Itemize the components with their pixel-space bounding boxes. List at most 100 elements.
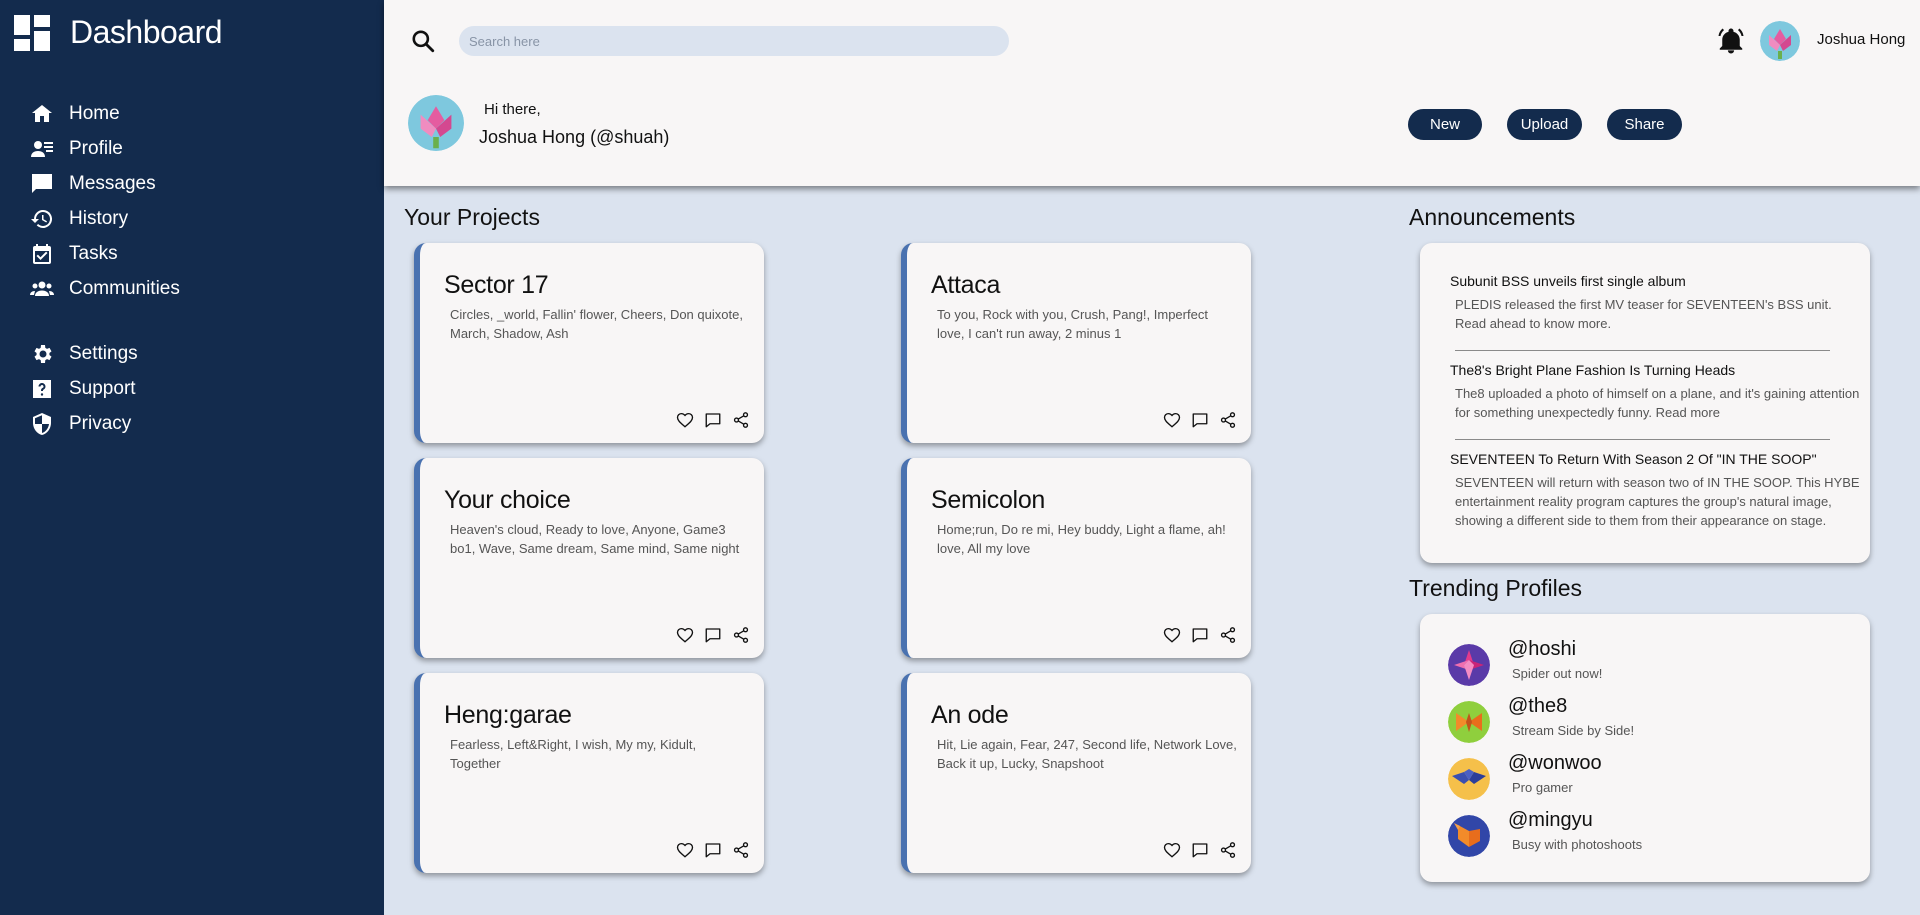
profile-item[interactable]: @mingyu Busy with photoshoots bbox=[1448, 809, 1868, 863]
dashboard-icon bbox=[14, 14, 50, 51]
header: Joshua Hong Hi there, Joshua Hong (@shua… bbox=[384, 0, 1920, 186]
user-avatar[interactable] bbox=[1760, 21, 1800, 61]
sidebar: Dashboard Home Profile Messages History … bbox=[0, 0, 384, 915]
project-card[interactable]: An ode Hit, Lie again, Fear, 247, Second… bbox=[901, 673, 1251, 873]
sidebar-item-history[interactable]: History bbox=[30, 201, 180, 236]
profile-handle: @hoshi bbox=[1508, 638, 1577, 660]
announcement-body: PLEDIS released the first MV teaser for … bbox=[1455, 297, 1832, 331]
comment-icon[interactable] bbox=[704, 411, 722, 429]
heart-icon[interactable] bbox=[676, 626, 694, 644]
project-songs: To you, Rock with you, Crush, Pang!, Imp… bbox=[937, 307, 1208, 341]
sidebar-nav: Home Profile Messages History Tasks Comm… bbox=[30, 96, 180, 441]
share-button[interactable]: Share bbox=[1607, 109, 1682, 140]
search-input[interactable] bbox=[459, 26, 1009, 56]
profile-status: Spider out now! bbox=[1512, 666, 1603, 681]
upload-button[interactable]: Upload bbox=[1507, 109, 1582, 140]
heart-icon[interactable] bbox=[676, 411, 694, 429]
announcement-item[interactable]: The8's Bright Plane Fashion Is Turning H… bbox=[1450, 362, 1860, 422]
sidebar-item-communities[interactable]: Communities bbox=[30, 271, 180, 306]
comment-icon[interactable] bbox=[1191, 411, 1209, 429]
card-actions bbox=[1163, 411, 1237, 429]
greeting-avatar bbox=[408, 95, 464, 151]
sidebar-item-settings[interactable]: Settings bbox=[30, 336, 180, 371]
username[interactable]: Joshua Hong bbox=[1817, 31, 1905, 48]
share-icon[interactable] bbox=[732, 626, 750, 644]
share-icon[interactable] bbox=[1219, 841, 1237, 859]
new-button[interactable]: New bbox=[1408, 109, 1482, 140]
search-icon[interactable] bbox=[410, 28, 436, 54]
announcements-panel: Subunit BSS unveils first single album P… bbox=[1420, 243, 1870, 563]
announcements-title: Announcements bbox=[1409, 204, 1576, 230]
avatar bbox=[1448, 701, 1490, 743]
comment-icon[interactable] bbox=[704, 626, 722, 644]
comment-icon[interactable] bbox=[704, 841, 722, 859]
avatar bbox=[1448, 758, 1490, 800]
profile-item[interactable]: @wonwoo Pro gamer bbox=[1448, 752, 1868, 806]
profile-handle: @mingyu bbox=[1508, 809, 1593, 831]
card-actions bbox=[676, 626, 750, 644]
share-icon[interactable] bbox=[1219, 411, 1237, 429]
people-icon bbox=[30, 281, 54, 296]
home-icon bbox=[32, 104, 52, 122]
sidebar-item-label: History bbox=[69, 207, 129, 229]
project-title: An ode bbox=[931, 701, 1009, 729]
greeting-text: Hi there, bbox=[484, 101, 541, 118]
profile-status: Busy with photoshoots bbox=[1512, 837, 1643, 852]
projects-title: Your Projects bbox=[404, 204, 540, 230]
heart-icon[interactable] bbox=[1163, 411, 1181, 429]
heart-icon[interactable] bbox=[1163, 841, 1181, 859]
avatar bbox=[1448, 815, 1490, 857]
project-card[interactable]: Heng:garae Fearless, Left&Right, I wish,… bbox=[414, 673, 764, 873]
shield-icon bbox=[33, 412, 51, 435]
sidebar-item-label: Home bbox=[69, 102, 120, 124]
card-actions bbox=[1163, 626, 1237, 644]
comment-icon[interactable] bbox=[1191, 626, 1209, 644]
bell-icon[interactable] bbox=[1716, 25, 1746, 57]
announcement-title: Subunit BSS unveils first single album bbox=[1450, 273, 1686, 289]
share-icon[interactable] bbox=[732, 411, 750, 429]
profile-item[interactable]: @the8 Stream Side by Side! bbox=[1448, 695, 1868, 749]
comment-icon[interactable] bbox=[1191, 841, 1209, 859]
sidebar-item-privacy[interactable]: Privacy bbox=[30, 406, 180, 441]
project-card[interactable]: Your choice Heaven's cloud, Ready to lov… bbox=[414, 458, 764, 658]
sidebar-item-label: Privacy bbox=[69, 412, 132, 434]
project-card[interactable]: Attaca To you, Rock with you, Crush, Pan… bbox=[901, 243, 1251, 443]
project-songs: Home;run, Do re mi, Hey buddy, Light a f… bbox=[937, 522, 1226, 556]
project-title: Sector 17 bbox=[444, 271, 549, 299]
sidebar-item-home[interactable]: Home bbox=[30, 96, 180, 131]
sidebar-item-tasks[interactable]: Tasks bbox=[30, 236, 180, 271]
brand[interactable]: Dashboard bbox=[14, 14, 223, 51]
project-card[interactable]: Semicolon Home;run, Do re mi, Hey buddy,… bbox=[901, 458, 1251, 658]
card-actions bbox=[676, 411, 750, 429]
project-card[interactable]: Sector 17 Circles, _world, Fallin' flowe… bbox=[414, 243, 764, 443]
sidebar-item-label: Profile bbox=[69, 137, 123, 159]
announcement-item[interactable]: SEVENTEEN To Return With Season 2 Of "IN… bbox=[1450, 451, 1860, 530]
project-songs: Hit, Lie again, Fear, 247, Second life, … bbox=[937, 737, 1237, 771]
trending-title: Trending Profiles bbox=[1409, 575, 1583, 601]
card-actions bbox=[1163, 841, 1237, 859]
announcement-body: The8 uploaded a photo of himself on a pl… bbox=[1455, 386, 1860, 420]
project-songs: Fearless, Left&Right, I wish, My my, Kid… bbox=[450, 737, 697, 771]
sidebar-item-profile[interactable]: Profile bbox=[30, 131, 180, 166]
message-icon bbox=[32, 173, 52, 193]
nav-spacer bbox=[30, 306, 180, 336]
heart-icon[interactable] bbox=[676, 841, 694, 859]
profile-icon bbox=[31, 140, 53, 157]
sidebar-item-label: Messages bbox=[69, 172, 156, 194]
share-icon[interactable] bbox=[732, 841, 750, 859]
profile-item[interactable]: @hoshi Spider out now! bbox=[1448, 638, 1868, 692]
divider bbox=[1455, 439, 1830, 440]
project-title: Your choice bbox=[444, 486, 571, 514]
sidebar-item-messages[interactable]: Messages bbox=[30, 166, 180, 201]
help-icon bbox=[33, 379, 51, 398]
heart-icon[interactable] bbox=[1163, 626, 1181, 644]
announcement-title: The8's Bright Plane Fashion Is Turning H… bbox=[1450, 362, 1736, 378]
sidebar-item-support[interactable]: Support bbox=[30, 371, 180, 406]
calendar-check-icon bbox=[33, 243, 51, 264]
announcement-item[interactable]: Subunit BSS unveils first single album P… bbox=[1450, 273, 1860, 333]
divider bbox=[1455, 350, 1830, 351]
profile-status: Stream Side by Side! bbox=[1512, 723, 1635, 738]
sidebar-item-label: Tasks bbox=[69, 242, 118, 264]
greeting-name: Joshua Hong (@shuah) bbox=[479, 127, 670, 147]
share-icon[interactable] bbox=[1219, 626, 1237, 644]
